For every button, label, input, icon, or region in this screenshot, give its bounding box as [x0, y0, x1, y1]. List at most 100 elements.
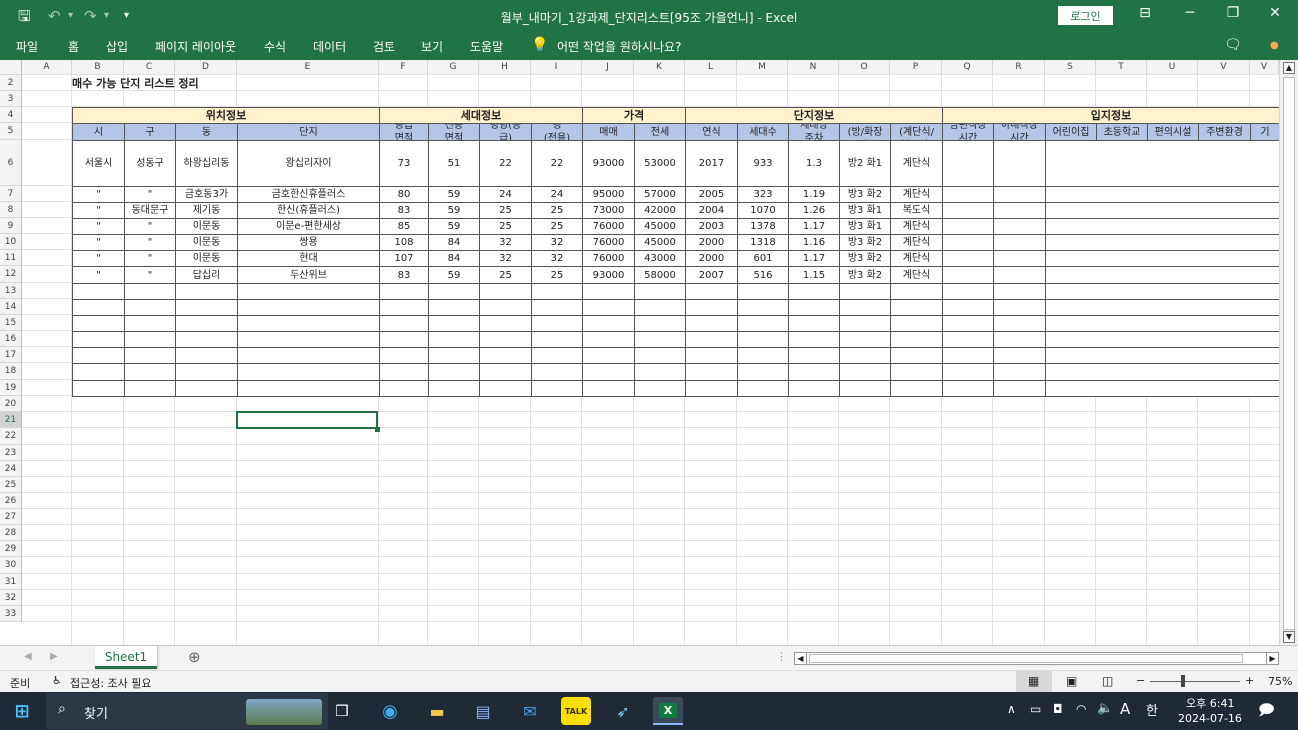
- row-header[interactable]: 13: [0, 283, 22, 299]
- table-cell[interactable]: 42000: [634, 202, 686, 219]
- table-cell[interactable]: [788, 380, 840, 397]
- scroll-up-icon[interactable]: ▲: [1283, 62, 1295, 74]
- table-cell[interactable]: [582, 380, 635, 397]
- table-cell[interactable]: [942, 218, 994, 235]
- table-cell[interactable]: 95000: [582, 186, 635, 203]
- table-cell[interactable]: [993, 186, 1046, 203]
- table-cell[interactable]: [993, 202, 1046, 219]
- close-button[interactable]: ✕: [1260, 5, 1290, 21]
- table-header[interactable]: 초등학교: [1096, 123, 1148, 141]
- table-cell[interactable]: 계단식: [890, 140, 943, 187]
- table-cell[interactable]: 73000: [582, 202, 635, 219]
- table-cell[interactable]: 방3 화2: [839, 186, 891, 203]
- table-cell[interactable]: 32: [479, 250, 532, 267]
- table-header[interactable]: 평형(공 급): [479, 123, 532, 141]
- ribbon-display-options-icon[interactable]: ⊟: [1130, 5, 1160, 21]
- taskbar-search-box[interactable]: ⌕ 찾기: [46, 693, 328, 729]
- table-cell[interactable]: [124, 363, 176, 381]
- table-cell[interactable]: [175, 380, 238, 397]
- page-layout-view-icon[interactable]: ▣: [1066, 674, 1077, 688]
- table-cell[interactable]: [531, 380, 583, 397]
- table-cell[interactable]: [237, 315, 380, 332]
- column-header[interactable]: U: [1147, 60, 1198, 75]
- table-cell[interactable]: 방3 화1: [839, 202, 891, 219]
- table-cell[interactable]: [839, 380, 891, 397]
- table-cell[interactable]: [531, 331, 583, 348]
- windows-start-icon[interactable]: ⊞: [7, 697, 37, 725]
- table-cell[interactable]: [788, 283, 840, 300]
- zoom-slider[interactable]: [1150, 681, 1240, 682]
- table-cell[interactable]: [175, 315, 238, 332]
- table-cell[interactable]: [1045, 347, 1279, 364]
- table-cell[interactable]: 방2 화1: [839, 140, 891, 187]
- table-cell[interactable]: [839, 347, 891, 364]
- table-cell[interactable]: [531, 315, 583, 332]
- table-cell[interactable]: [942, 186, 994, 203]
- row-header[interactable]: 2: [0, 75, 22, 91]
- table-cell[interactable]: [72, 347, 125, 364]
- worksheet-grid[interactable]: ABCDEFGHIJKLMNOPQRSTUVV12345678910111213…: [0, 60, 1279, 645]
- table-cell[interactable]: [942, 283, 994, 300]
- zoom-in-icon[interactable]: +: [1245, 674, 1254, 687]
- table-cell[interactable]: ": [124, 186, 176, 203]
- mail-icon[interactable]: ✉: [515, 697, 545, 725]
- table-cell[interactable]: [479, 331, 532, 348]
- row-header[interactable]: 23: [0, 445, 22, 461]
- horizontal-scrollbar[interactable]: ◀ ▶: [794, 652, 1279, 665]
- table-cell[interactable]: 76000: [582, 234, 635, 251]
- table-cell[interactable]: [685, 283, 738, 300]
- table-header[interactable]: 동: [175, 123, 238, 141]
- prev-sheet-icon[interactable]: ◀: [24, 651, 32, 662]
- camera-icon[interactable]: ◘: [1053, 702, 1063, 716]
- table-cell[interactable]: 1378: [737, 218, 789, 235]
- table-cell[interactable]: 1.19: [788, 186, 840, 203]
- table-cell[interactable]: [1045, 250, 1279, 267]
- table-cell[interactable]: ": [124, 266, 176, 284]
- table-header[interactable]: 전용 면적: [428, 123, 480, 141]
- table-cell[interactable]: 2000: [685, 234, 738, 251]
- accessibility-icon[interactable]: ♿: [52, 674, 62, 687]
- table-cell[interactable]: [737, 380, 789, 397]
- table-cell[interactable]: [993, 315, 1046, 332]
- row-header[interactable]: 16: [0, 331, 22, 347]
- normal-view-button[interactable]: ▦: [1016, 671, 1052, 692]
- table-cell[interactable]: [1045, 331, 1279, 348]
- column-header[interactable]: R: [993, 60, 1045, 75]
- column-header[interactable]: Q: [942, 60, 993, 75]
- table-cell[interactable]: 하왕십리동: [175, 140, 238, 187]
- table-cell[interactable]: [685, 380, 738, 397]
- next-sheet-icon[interactable]: ▶: [50, 651, 58, 662]
- table-cell[interactable]: [839, 283, 891, 300]
- table-cell[interactable]: [890, 315, 943, 332]
- column-header[interactable]: V: [1250, 60, 1279, 75]
- table-cell[interactable]: 25: [479, 202, 532, 219]
- table-cell[interactable]: 80: [379, 186, 429, 203]
- table-cell[interactable]: 59: [428, 202, 480, 219]
- table-cell[interactable]: 108: [379, 234, 429, 251]
- table-cell[interactable]: [634, 299, 686, 316]
- table-cell[interactable]: [531, 283, 583, 300]
- microsoft-store-icon[interactable]: ▤: [468, 697, 498, 725]
- table-cell[interactable]: ": [72, 202, 125, 219]
- table-header[interactable]: 단지: [237, 123, 380, 141]
- table-cell[interactable]: 24: [531, 186, 583, 203]
- table-cell[interactable]: [685, 331, 738, 348]
- table-cell[interactable]: [993, 380, 1046, 397]
- group-header[interactable]: 단지정보: [685, 107, 943, 124]
- table-cell[interactable]: [531, 299, 583, 316]
- table-cell[interactable]: [942, 315, 994, 332]
- table-header[interactable]: 구조 (계단식/ 복도식): [890, 123, 943, 141]
- add-sheet-icon[interactable]: ⊕: [188, 648, 201, 666]
- table-cell[interactable]: [1045, 186, 1279, 203]
- column-header[interactable]: V: [1198, 60, 1250, 75]
- zoom-out-icon[interactable]: −: [1136, 674, 1145, 687]
- table-cell[interactable]: 51: [428, 140, 480, 187]
- column-header[interactable]: A: [22, 60, 72, 75]
- table-cell[interactable]: 2005: [685, 186, 738, 203]
- table-header[interactable]: 편의시설: [1147, 123, 1199, 141]
- table-cell[interactable]: [124, 315, 176, 332]
- table-cell[interactable]: [175, 331, 238, 348]
- table-cell[interactable]: 32: [531, 250, 583, 267]
- tab-insert[interactable]: 삽입: [106, 38, 128, 55]
- scroll-left-icon[interactable]: ◀: [795, 653, 807, 664]
